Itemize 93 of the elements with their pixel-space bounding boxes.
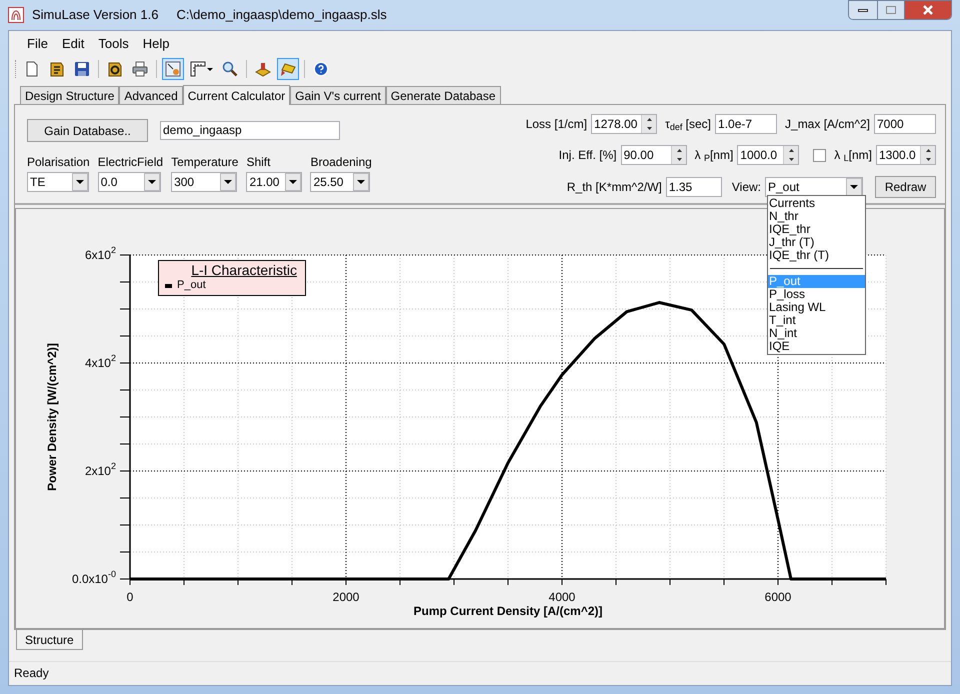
x-axis-title: Pump Current Density [A/(cm^2)] [413,604,603,618]
dropdown-option[interactable]: IQE_thr [768,223,865,236]
dropdown[interactable]: 300 [171,172,238,192]
dropdown-option[interactable]: IQE_thr (T) [768,249,865,262]
parameter-label: τ$_{def}$ [sec] [665,116,712,133]
parameter-label: R_th [K*mm^2/W] [566,179,662,196]
caret-icon[interactable] [285,173,302,191]
caret-icon[interactable] [144,173,160,191]
view-label: View: [732,179,761,196]
caret-icon [207,68,213,70]
spin-arrows-icon[interactable] [641,115,656,133]
caret-icon[interactable] [846,178,862,196]
tab[interactable]: Generate Database [386,86,501,104]
menu-item[interactable]: Tools [92,34,135,54]
dropdown-option[interactable]: N_thr [768,210,865,223]
menu-item[interactable]: Help [136,34,176,54]
selector-label: Shift [246,155,272,169]
selector-label: Temperature [171,155,238,169]
script-icon [49,61,65,77]
parameter-label: Loss [1/cm] [526,116,588,133]
maximize-icon [886,6,896,14]
dropdown-option[interactable]: J_thr (T) [768,236,865,249]
spin-field[interactable]: 1278.00 [591,114,658,134]
spin-field[interactable]: 90.00 [620,145,687,165]
save-icon [74,61,90,77]
minimize-icon [858,8,868,12]
checkbox[interactable] [813,148,826,162]
y-tick-label: 0.0x10$^{-0}$ [72,569,116,586]
menu-item[interactable]: Edit [56,34,90,54]
caret-icon[interactable] [353,173,370,191]
window-title: SimuLase Version 1.6 [32,6,158,24]
parameter-field[interactable]: 7000 [874,114,936,134]
dropdown-option[interactable]: T_int [768,314,865,327]
parameter-label: J_max [A/cm^2] [785,116,870,133]
dropdown-option[interactable]: Currents [768,197,865,210]
bottom-tab[interactable]: Structure [16,630,83,650]
ruler-icon [190,61,206,77]
selector-label: Broadening [310,155,372,169]
parameter-field[interactable]: 1.0e-7 [715,114,778,134]
close-button[interactable] [904,1,951,19]
y-tick-label: 6x10$^{2}$ [84,245,116,262]
x-tick-label: 2000 [332,590,360,604]
brush-icon [280,61,296,77]
y-tick-label: 4x10$^{2}$ [84,353,116,370]
tab[interactable]: Advanced [119,86,183,104]
legend-swatch [165,284,172,288]
dropdown[interactable]: 25.50 [310,172,370,192]
status-text: Ready [14,664,49,682]
dropdown[interactable]: 21.00 [246,172,302,192]
spin-field[interactable]: 1300.0 [876,145,936,165]
help-icon [313,61,329,77]
y-tick-label: 2x10$^{2}$ [84,461,116,478]
parameter-label: λ $_{L}$[nm] [834,147,872,164]
file-path: C:\demo_ingaasp\demo_ingaasp.sls [176,6,387,24]
stamp-icon [255,61,271,77]
dropdown[interactable]: TE [27,172,89,192]
database-field[interactable]: demo_ingaasp [160,121,340,140]
x-tick-label: 4000 [548,590,576,604]
new-document-icon [24,61,40,77]
dropdown-option[interactable]: IQE [768,340,865,353]
dropdown[interactable]: 0.0 [98,172,161,192]
dropdown-option[interactable]: Lasing WL [768,301,865,314]
redraw-button[interactable]: Redraw [875,176,936,198]
app-logo-icon [8,7,24,23]
selector-label: Polarisation [27,155,90,169]
search-icon [222,61,238,77]
close-icon [922,5,934,15]
selector-label: ElectricField [98,155,164,169]
menu-item[interactable]: File [21,34,54,54]
x-tick-label: 0 [126,590,134,604]
printer-icon [132,61,148,77]
caret-icon[interactable] [72,173,88,191]
tab[interactable]: Gain V's current [290,86,386,104]
minimize-button[interactable] [849,1,877,19]
spin-arrows-icon[interactable] [670,146,686,164]
gain-database-button[interactable]: Gain Database.. [27,119,148,142]
legend-label: P_out [177,279,206,292]
spin-field[interactable]: 1000.0 [737,145,800,165]
parameter-label: Inj. Eff. [%] [558,147,617,164]
parameter-label: λ $_{P}$[nm] [694,147,734,164]
caret-icon[interactable] [220,173,236,191]
x-tick-label: 6000 [764,590,792,604]
spin-arrows-icon[interactable] [783,146,798,164]
spin-arrows-icon[interactable] [920,146,935,164]
dropdown-option[interactable]: N_int [768,327,865,340]
chart-title: L-I Characteristic [191,261,298,279]
image-icon [165,61,181,77]
dropdown[interactable]: P_out [765,177,863,197]
y-axis-title: Power Density [W/(cm^2)] [45,343,59,491]
tab[interactable]: Current Calculator [182,85,290,105]
parameter-field[interactable]: 1.35 [666,177,722,197]
tab[interactable]: Design Structure [20,86,120,104]
dropdown-option[interactable]: P_loss [768,288,865,301]
